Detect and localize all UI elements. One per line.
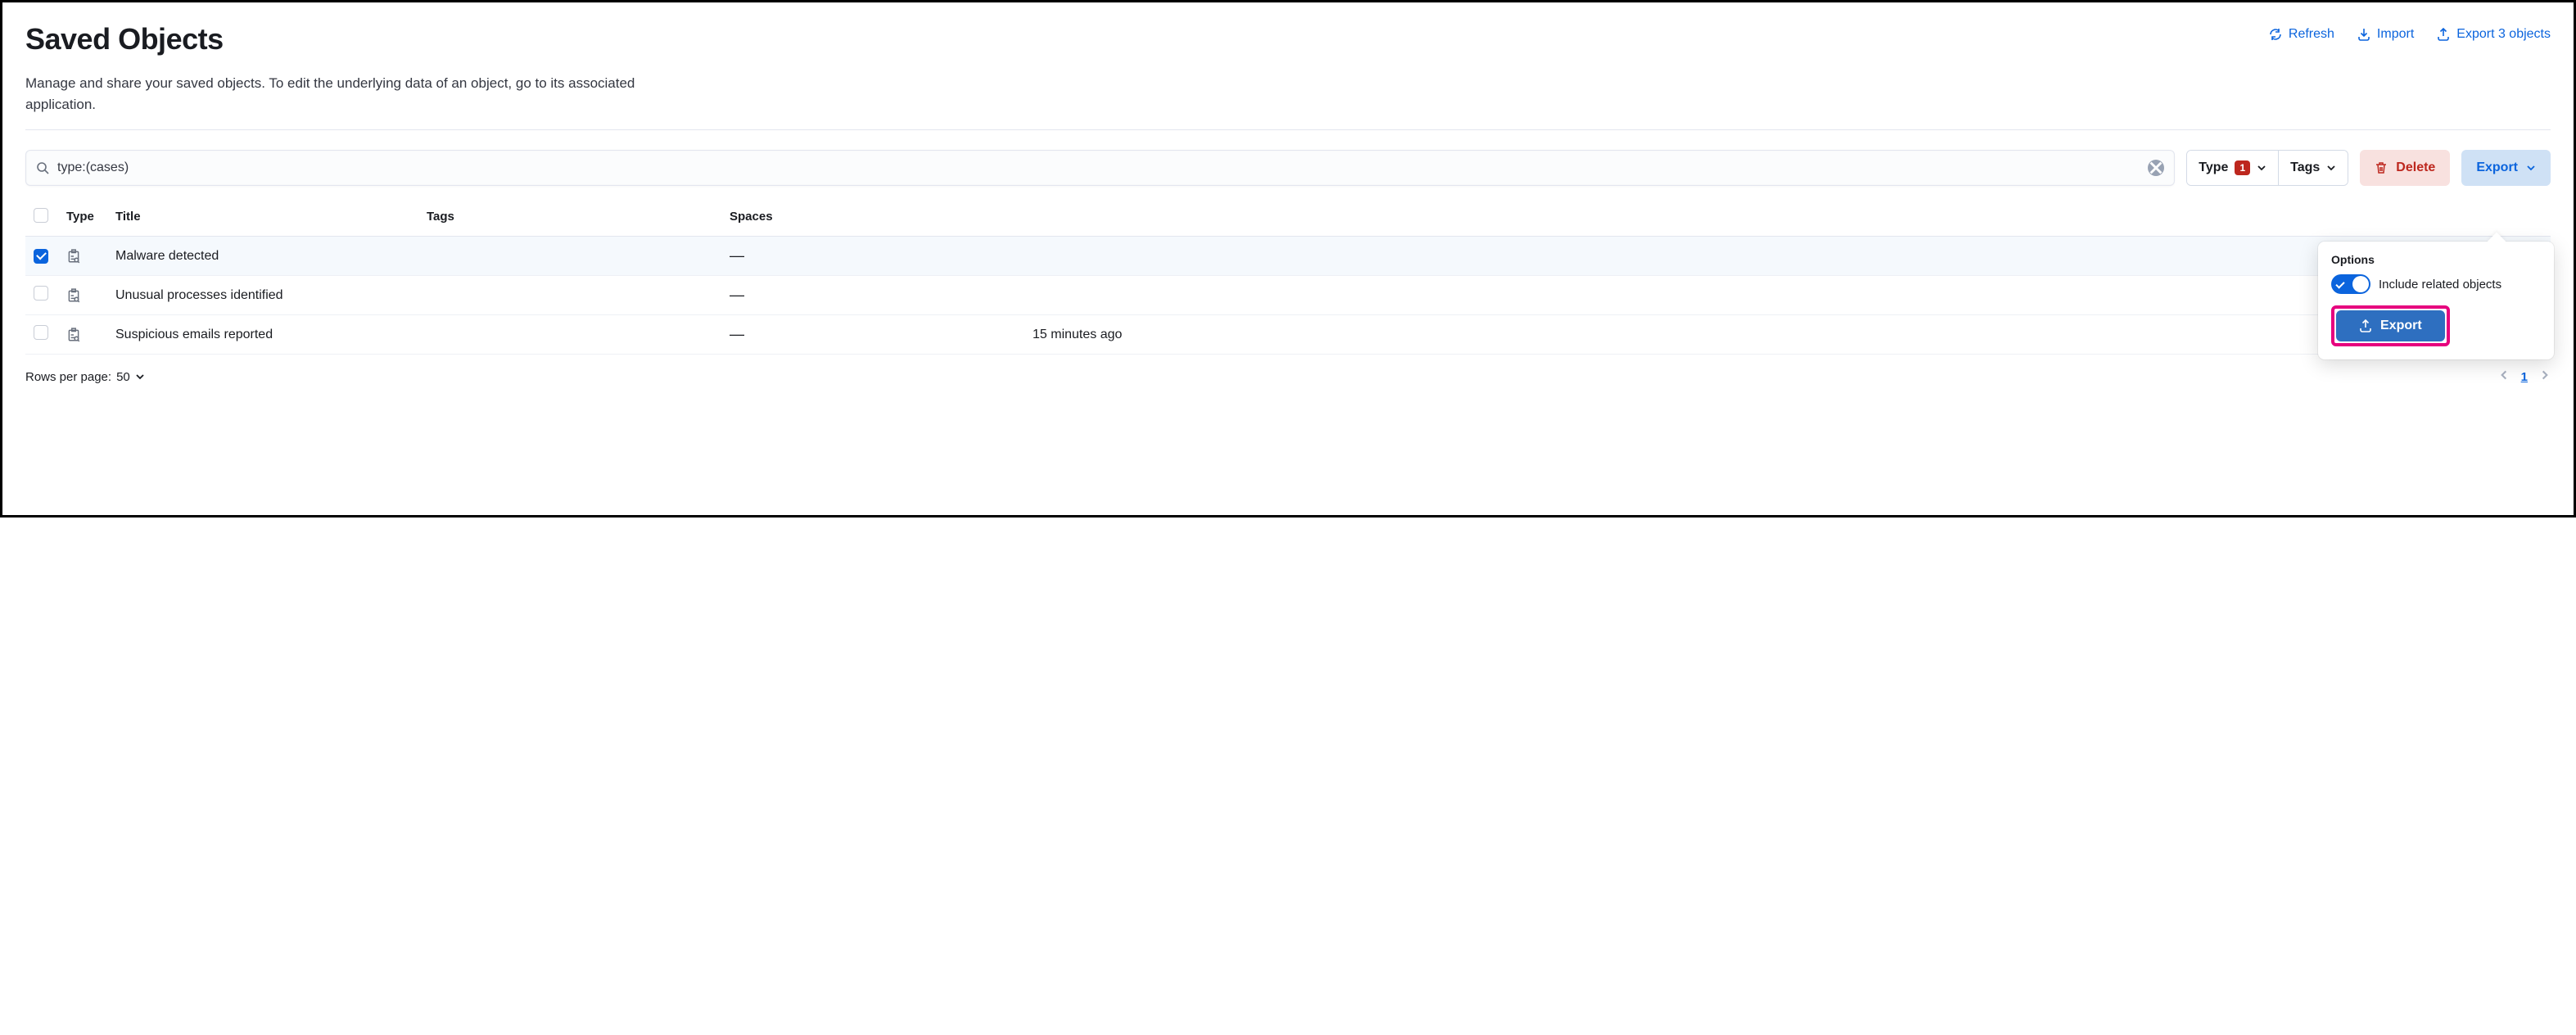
export-confirm-button[interactable]: Export [2336,310,2445,341]
toolbar: Type 1 Tags Delete Export [25,150,2551,186]
page-title: Saved Objects [25,22,224,56]
include-related-label: Include related objects [2379,278,2501,292]
highlight-annotation: Export [2331,305,2450,346]
case-type-icon [66,288,81,303]
chevron-down-icon [135,372,145,382]
case-type-icon [66,249,81,264]
next-page-button[interactable] [2539,369,2551,384]
type-filter-button[interactable]: Type 1 [2187,151,2278,185]
prev-page-button[interactable] [2498,369,2510,384]
row-title[interactable]: Malware detected [115,249,427,264]
row-last: 15 minutes ago [1033,328,2477,342]
import-button[interactable]: Import [2357,27,2414,42]
table-row: Unusual processes identified — [25,276,2551,315]
popover-title: Options [2331,253,2541,266]
search-input-wrapper [25,150,2175,186]
export-objects-button[interactable]: Export 3 objects [2437,27,2551,42]
delete-button[interactable]: Delete [2360,150,2450,186]
chevron-down-icon [2257,163,2266,173]
search-icon [36,161,49,174]
export-icon [2437,28,2450,41]
chevron-down-icon [2326,163,2336,173]
table-footer: Rows per page: 50 1 [25,355,2551,384]
chevron-down-icon [2526,163,2536,173]
row-checkbox[interactable] [34,249,48,264]
row-title[interactable]: Unusual processes identified [115,288,427,303]
row-spaces: — [730,287,1033,304]
type-filter-count: 1 [2235,160,2250,175]
header-actions: Refresh Import Export 3 objects [2269,22,2551,42]
divider [25,129,2551,130]
page-subtitle: Manage and share your saved objects. To … [25,73,664,115]
page-number[interactable]: 1 [2521,370,2528,384]
trash-icon [2375,161,2388,174]
row-title[interactable]: Suspicious emails reported [115,328,427,342]
export-popover: Options Include related objects Export [2318,242,2554,359]
col-tags: Tags [427,210,730,224]
saved-objects-table: Type Title Tags Spaces Malware detected … [25,197,2551,355]
search-input[interactable] [49,160,2148,175]
export-icon [2359,319,2372,332]
export-dropdown-button[interactable]: Export [2461,150,2551,186]
case-type-icon [66,328,81,342]
include-related-toggle[interactable] [2331,274,2370,294]
close-icon [2149,161,2162,174]
rows-per-page-select[interactable]: Rows per page: 50 [25,370,145,384]
pagination: 1 [2498,369,2551,384]
row-spaces: — [730,247,1033,264]
row-spaces: — [730,326,1033,343]
table-header: Type Title Tags Spaces [25,197,2551,237]
col-title: Title [115,210,427,224]
tags-filter-button[interactable]: Tags [2278,151,2348,185]
table-row: Malware detected — [25,237,2551,276]
filter-group: Type 1 Tags [2186,150,2348,186]
row-checkbox[interactable] [34,286,48,301]
clear-search-button[interactable] [2148,160,2164,176]
table-row: Suspicious emails reported — 15 minutes … [25,315,2551,355]
refresh-button[interactable]: Refresh [2269,27,2334,42]
col-type: Type [66,210,115,224]
col-spaces: Spaces [730,210,1033,224]
refresh-icon [2269,28,2282,41]
select-all-checkbox[interactable] [34,208,48,223]
import-icon [2357,28,2370,41]
row-checkbox[interactable] [34,325,48,340]
